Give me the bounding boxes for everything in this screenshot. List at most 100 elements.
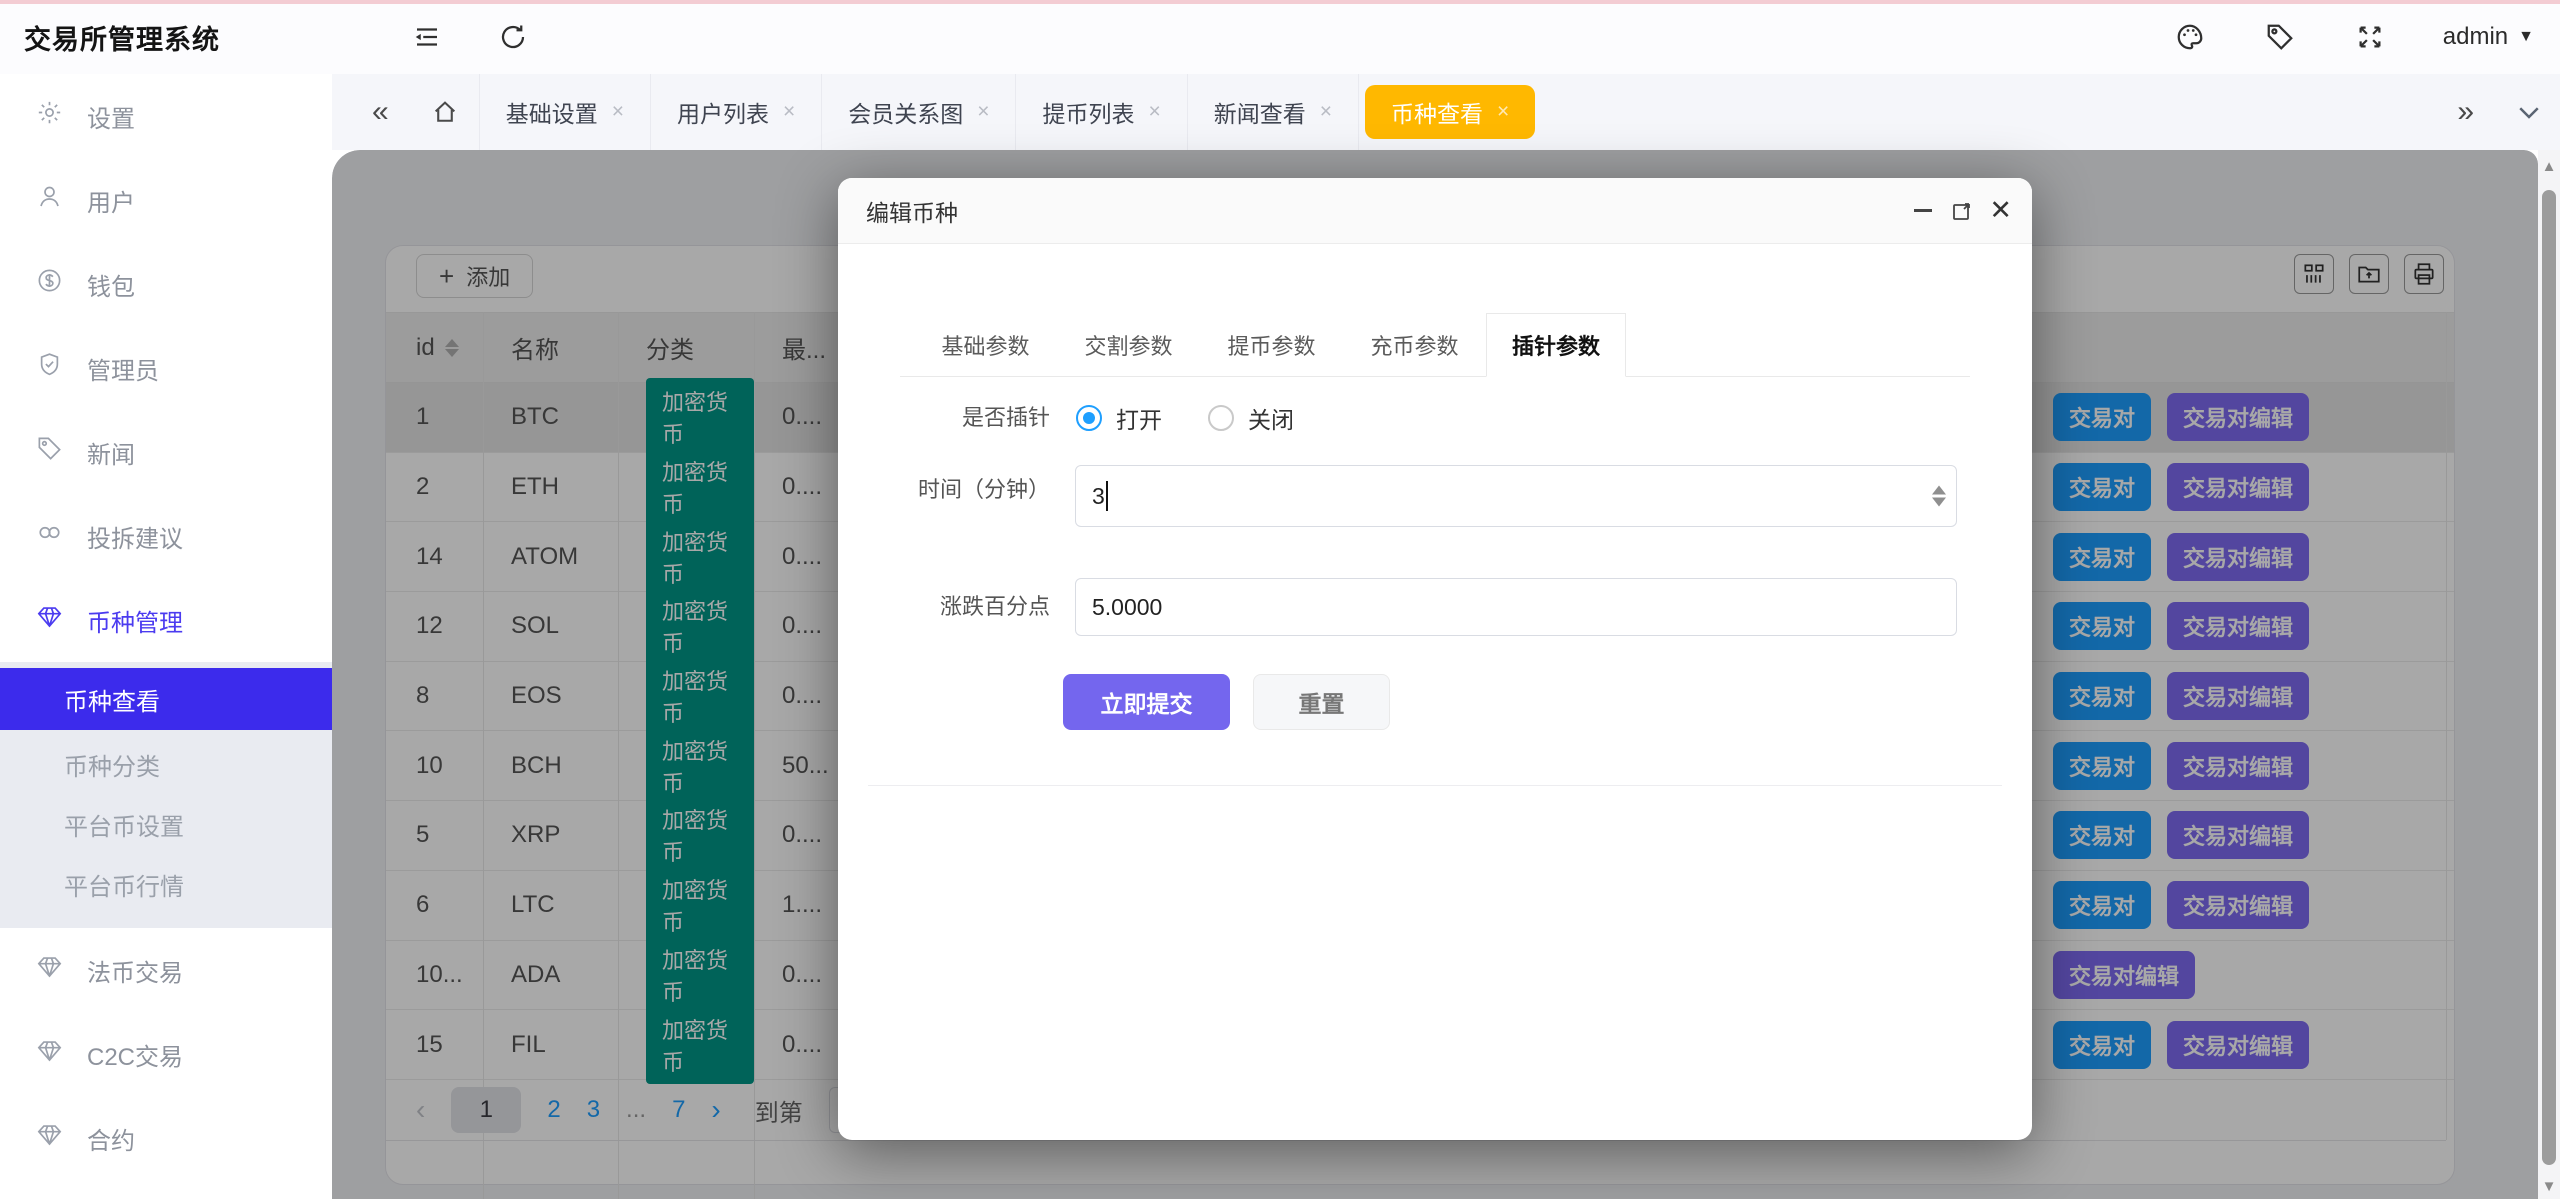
modal-header[interactable]: 编辑币种 ✕ xyxy=(838,178,2032,244)
sidebar-item-label: C2C交易 xyxy=(87,1037,183,1072)
tab-币种查看[interactable]: 币种查看 × xyxy=(1365,85,1535,139)
sidebar-item-label: 管理员 xyxy=(87,351,159,386)
user-menu[interactable]: admin ▼ xyxy=(2443,23,2534,51)
tab-用户列表[interactable]: 用户列表 × xyxy=(651,74,822,150)
tab-会员关系图[interactable]: 会员关系图× xyxy=(822,74,1016,150)
percent-label: 涨跌百分点 xyxy=(838,578,1050,636)
app-title: 交易所管理系统 xyxy=(24,18,220,57)
tag-icon xyxy=(36,435,63,469)
topbar-actions: admin ▼ xyxy=(2173,0,2534,74)
sidebar-item-币种管理[interactable]: 币种管理 xyxy=(0,578,332,662)
tabs-dropdown-icon[interactable] xyxy=(2514,97,2544,127)
tab-close-icon[interactable]: × xyxy=(1148,100,1160,124)
radio-on-label: 打开 xyxy=(1116,401,1162,435)
page-scrollbar[interactable]: ▲ ▼ xyxy=(2538,150,2560,1199)
radio-unselected-icon xyxy=(1208,405,1234,431)
sidebar-item-label: 合约 xyxy=(87,1121,135,1156)
sidebar-subitem-币种分类[interactable]: 币种分类 xyxy=(0,734,332,794)
scroll-up-arrow[interactable]: ▲ xyxy=(2538,158,2560,175)
sidebar-item-label: 投拆建议 xyxy=(87,519,183,554)
tab-新闻查看[interactable]: 新闻查看 × xyxy=(1188,74,1359,150)
tab-close-icon[interactable]: × xyxy=(1320,100,1332,124)
modal-tab-提币参数[interactable]: 提币参数 xyxy=(1200,313,1343,376)
sidebar-subitem-币种查看[interactable]: 币种查看 xyxy=(0,668,332,730)
sidebar-collapse-icon[interactable] xyxy=(410,20,444,54)
user-icon xyxy=(36,183,63,217)
refresh-icon[interactable] xyxy=(496,20,530,54)
diamond-icon xyxy=(36,953,63,987)
modal-tab-基础参数[interactable]: 基础参数 xyxy=(914,313,1057,376)
sidebar-item-合约[interactable]: 合约 xyxy=(0,1096,332,1180)
tab-bar: « 基础设置×用户列表×会员关系图×提币列表×新闻查看×币种查看× » xyxy=(332,74,2560,150)
sidebar: 设置用户钱包管理员新闻投拆建议币种管理币种查看币种分类平台币设置平台币行情法币交… xyxy=(0,74,332,1199)
sidebar-submenu: 币种查看币种分类平台币设置平台币行情 xyxy=(0,662,332,928)
sidebar-item-label: 法币交易 xyxy=(87,953,183,988)
tab-label: 用户列表 xyxy=(677,95,769,129)
sidebar-item-用户[interactable]: 用户 xyxy=(0,158,332,242)
sidebar-item-label: 币种管理 xyxy=(87,603,183,638)
username: admin xyxy=(2443,23,2508,51)
tab-label: 提币列表 xyxy=(1042,95,1134,129)
caret-down-icon: ▼ xyxy=(2518,28,2534,46)
sidebar-item-新闻[interactable]: 新闻 xyxy=(0,410,332,494)
tab-label: 币种查看 xyxy=(1391,95,1483,129)
tag-label-icon[interactable] xyxy=(2263,20,2297,54)
tabs-scroll-left[interactable]: « xyxy=(372,95,389,129)
diamond-icon xyxy=(36,1037,63,1071)
wallet-icon xyxy=(36,267,63,301)
percent-value: 5.0000 xyxy=(1092,594,1162,621)
diamond-icon xyxy=(36,1121,63,1155)
modal-tab-交割参数[interactable]: 交割参数 xyxy=(1057,313,1200,376)
close-icon[interactable]: ✕ xyxy=(1989,195,2012,226)
number-spinner[interactable] xyxy=(1932,486,1946,507)
tab-close-icon[interactable]: × xyxy=(612,100,624,124)
sidebar-item-投拆建议[interactable]: 投拆建议 xyxy=(0,494,332,578)
tab-label: 基础设置 xyxy=(506,95,598,129)
modal-tab-充币参数[interactable]: 充币参数 xyxy=(1343,313,1486,376)
text-cursor xyxy=(1106,481,1108,511)
radio-off-label: 关闭 xyxy=(1248,401,1294,435)
pin-label: 是否插针 xyxy=(838,390,1050,446)
tab-label: 新闻查看 xyxy=(1214,95,1306,129)
tab-close-icon[interactable]: × xyxy=(977,100,989,124)
sidebar-item-label: 用户 xyxy=(87,183,135,218)
shield-icon xyxy=(36,351,63,385)
panel-bottom-border xyxy=(868,785,2002,786)
tabs-scroll-right[interactable]: » xyxy=(2457,95,2474,129)
sidebar-item-label: 钱包 xyxy=(87,267,135,302)
sidebar-subitem-平台币行情[interactable]: 平台币行情 xyxy=(0,854,332,914)
scrollbar-thumb[interactable] xyxy=(2542,190,2556,1165)
radio-off[interactable]: 关闭 xyxy=(1208,401,1294,435)
scroll-down-arrow[interactable]: ▼ xyxy=(2538,1178,2560,1195)
time-input[interactable]: 3 xyxy=(1075,465,1957,527)
radio-on[interactable]: 打开 xyxy=(1076,401,1162,435)
modal-tab-插针参数[interactable]: 插针参数 xyxy=(1486,313,1626,377)
link-icon xyxy=(36,519,63,553)
tab-提币列表[interactable]: 提币列表 × xyxy=(1016,74,1187,150)
top-progress-bar xyxy=(0,0,2560,4)
tab-基础设置[interactable]: 基础设置 × xyxy=(479,74,651,150)
fullscreen-icon[interactable] xyxy=(2353,20,2387,54)
theme-palette-icon[interactable] xyxy=(2173,20,2207,54)
percent-input[interactable]: 5.0000 xyxy=(1075,578,1957,636)
modal-title: 编辑币种 xyxy=(866,194,958,228)
maximize-icon[interactable] xyxy=(1950,199,1974,228)
sidebar-item-label: 新闻 xyxy=(87,435,135,470)
reset-button[interactable]: 重置 xyxy=(1253,674,1390,730)
sidebar-item-label: 设置 xyxy=(87,99,135,134)
sidebar-item-管理员[interactable]: 管理员 xyxy=(0,326,332,410)
tab-close-icon[interactable]: × xyxy=(783,100,795,124)
minimize-icon[interactable] xyxy=(1914,209,1932,212)
sidebar-item-钱包[interactable]: 钱包 xyxy=(0,242,332,326)
edit-currency-modal: 编辑币种 ✕ 基础参数交割参数提币参数充币参数插针参数 是否插针 打开 关闭 时… xyxy=(838,178,2032,1140)
sidebar-item-C2C交易[interactable]: C2C交易 xyxy=(0,1012,332,1096)
home-tab[interactable] xyxy=(431,98,459,126)
time-label: 时间（分钟） xyxy=(838,473,1050,507)
pin-radio-group: 打开 关闭 xyxy=(1076,390,1294,446)
submit-button[interactable]: 立即提交 xyxy=(1063,674,1230,730)
tab-close-icon[interactable]: × xyxy=(1497,100,1509,124)
sidebar-item-法币交易[interactable]: 法币交易 xyxy=(0,928,332,1012)
sidebar-subitem-平台币设置[interactable]: 平台币设置 xyxy=(0,794,332,854)
sidebar-item-设置[interactable]: 设置 xyxy=(0,74,332,158)
radio-selected-icon xyxy=(1076,405,1102,431)
